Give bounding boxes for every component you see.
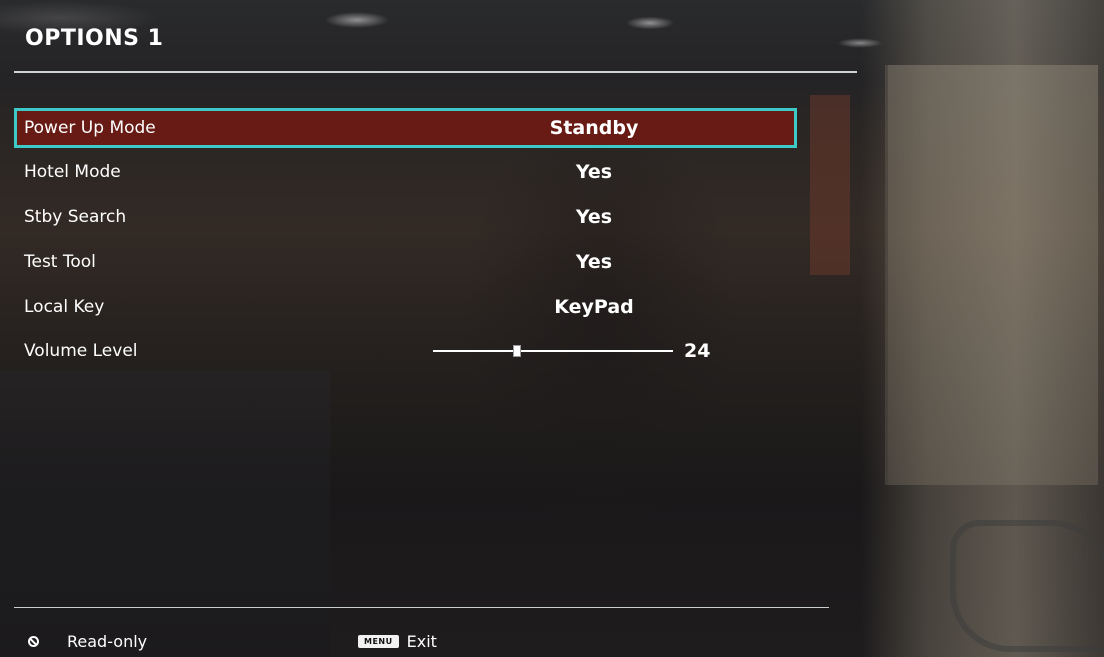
background-reflection [0, 370, 330, 657]
footer-divider [14, 607, 829, 608]
menu-item-value: Yes [575, 206, 613, 228]
menu-item-power-up-mode[interactable]: Power Up Mode Standby [14, 108, 797, 148]
no-entry-icon [28, 635, 39, 647]
menu-item-label: Local Key [24, 297, 105, 317]
tv-screen: OPTIONS 1 Power Up Mode Standby Hotel Mo… [0, 0, 1104, 657]
footer-readonly: Read-only [28, 630, 147, 652]
menu-item-stby-search[interactable]: Stby Search Yes [14, 197, 797, 237]
menu-item-value: KeyPad [554, 296, 634, 318]
background-reflection [950, 520, 1104, 652]
menu-key-icon: MENU [358, 634, 399, 648]
menu-item-label: Hotel Mode [24, 162, 121, 182]
background-reflection [810, 95, 850, 275]
menu-item-value: Yes [575, 251, 613, 273]
menu-item-hotel-mode[interactable]: Hotel Mode Yes [14, 152, 797, 192]
volume-value: 24 [684, 340, 711, 362]
title-divider [14, 71, 857, 73]
menu-item-local-key[interactable]: Local Key KeyPad [14, 287, 797, 327]
readonly-label: Read-only [67, 631, 148, 651]
menu-item-value: Yes [575, 161, 613, 183]
background-reflection [885, 65, 1098, 485]
volume-slider[interactable] [433, 342, 673, 360]
slider-track [433, 350, 673, 352]
menu-item-label: Stby Search [24, 207, 127, 227]
menu-item-test-tool[interactable]: Test Tool Yes [14, 242, 797, 282]
slider-knob[interactable] [512, 345, 521, 357]
menu-item-label: Volume Level [24, 341, 138, 361]
footer-exit[interactable]: MENU Exit [358, 630, 437, 652]
menu-item-value: Standby [549, 117, 639, 139]
menu-item-label: Test Tool [24, 252, 96, 272]
page-title: OPTIONS 1 [25, 26, 164, 51]
menu-item-volume-level[interactable]: Volume Level 24 [14, 331, 797, 371]
menu-item-label: Power Up Mode [24, 118, 156, 138]
exit-label: Exit [406, 631, 437, 651]
